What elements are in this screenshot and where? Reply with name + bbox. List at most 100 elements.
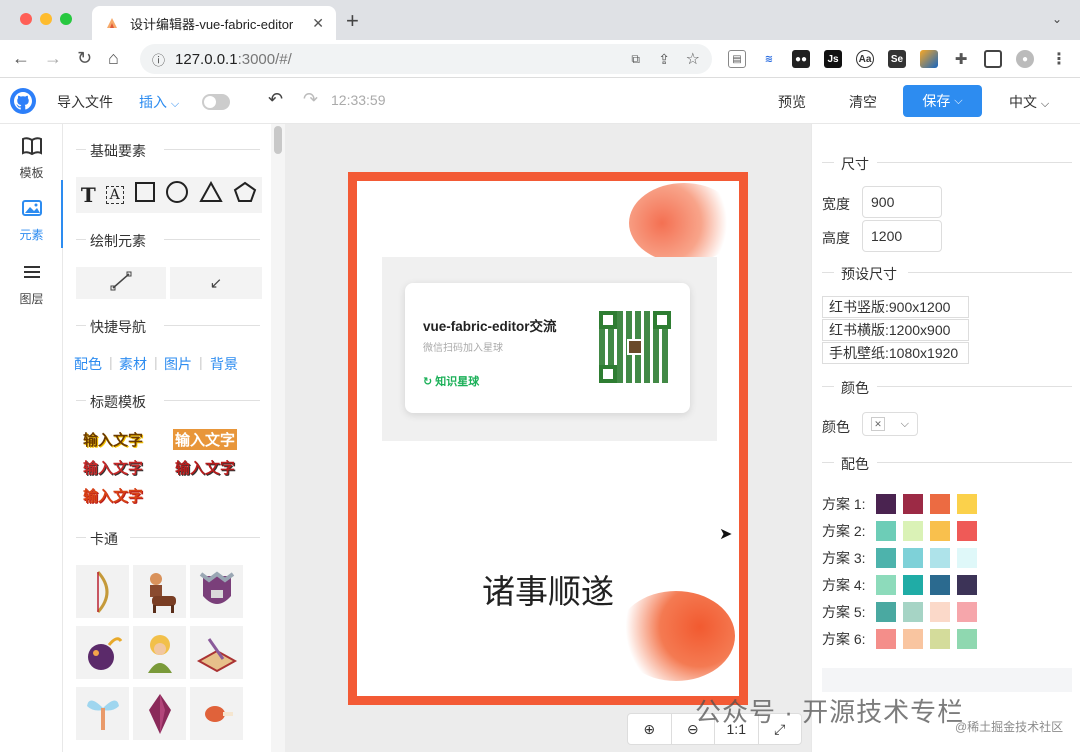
panel-scrollbar[interactable] (271, 124, 285, 752)
color-swatch[interactable] (957, 602, 977, 622)
draw-arrow-tool[interactable]: ↙ (170, 267, 262, 299)
cartoon-map-icon[interactable] (190, 626, 243, 679)
color-swatch[interactable] (903, 548, 923, 568)
quick-link-image[interactable]: 图片 (164, 354, 192, 374)
tab-search-chevron-icon[interactable]: ⌄ (1052, 12, 1062, 26)
back-arrow-icon[interactable]: ← (12, 48, 30, 69)
import-file-button[interactable]: 导入文件 (57, 92, 113, 112)
layers-extension-icon[interactable]: ≋ (760, 50, 778, 68)
design-board[interactable]: vue-fabric-editor交流 微信扫码加入星球 ↻ 知识星球 诸事顺遂 (348, 172, 748, 705)
se-extension-icon[interactable]: Se (888, 50, 906, 68)
color-swatch[interactable] (930, 575, 950, 595)
title-template-1[interactable]: 输入文字 (83, 429, 143, 450)
extensions-puzzle-icon[interactable]: ✚ (952, 50, 970, 68)
save-button[interactable]: 保存 ⌵ (903, 85, 982, 117)
cartoon-centaur-icon[interactable] (133, 565, 186, 618)
glasses-extension-icon[interactable]: ●● (792, 50, 810, 68)
palette-scheme-row[interactable]: 方案 5: (822, 602, 984, 622)
color-picker[interactable]: ✕ ⌵ (862, 412, 918, 436)
profile-avatar-icon[interactable]: ● (1016, 50, 1034, 68)
url-field[interactable]: ⓘ 127.0.0.1:3000/#/ ⧉ ⇪ ☆ (140, 44, 712, 74)
zoom-in-icon[interactable]: ⊕ (628, 714, 672, 744)
color-swatch[interactable] (903, 575, 923, 595)
preset-option[interactable]: 红书竖版:900x1200 (822, 296, 969, 318)
cartoon-fairy-icon[interactable] (76, 687, 129, 740)
close-tab-icon[interactable]: ✕ (312, 15, 324, 32)
title-template-4[interactable]: 输入文字 (175, 457, 235, 478)
cartoon-bow-icon[interactable] (76, 565, 129, 618)
color-swatch[interactable] (876, 548, 896, 568)
height-input[interactable]: 1200 (862, 220, 942, 252)
quick-link-background[interactable]: 背景 (210, 354, 238, 374)
close-window-button[interactable] (20, 13, 32, 25)
width-input[interactable]: 900 (862, 186, 942, 218)
language-dropdown[interactable]: 中文 ⌵ (1009, 92, 1049, 112)
palette-scheme-row[interactable]: 方案 4: (822, 575, 984, 595)
triangle-tool-icon[interactable] (199, 180, 223, 209)
color-swatch[interactable] (930, 602, 950, 622)
color-swatch[interactable] (876, 602, 896, 622)
pentagon-tool-icon[interactable] (233, 181, 257, 209)
text-tool-icon[interactable]: T (81, 183, 96, 207)
browser-tab[interactable]: 设计编辑器-vue-fabric-editor ✕ (92, 6, 336, 40)
redo-icon[interactable]: ↷ (303, 89, 318, 110)
color-swatch[interactable] (957, 548, 977, 568)
cartoon-armor-icon[interactable] (190, 565, 243, 618)
title-template-3[interactable]: 输入文字 (83, 457, 143, 478)
cartoon-girl-icon[interactable] (133, 626, 186, 679)
preset-option[interactable]: 手机壁纸:1080x1920 (822, 342, 969, 364)
color-swatch[interactable] (930, 521, 950, 541)
canvas-workspace[interactable]: vue-fabric-editor交流 微信扫码加入星球 ↻ 知识星球 诸事顺遂… (285, 124, 811, 752)
forward-arrow-icon[interactable]: → (44, 48, 62, 69)
undo-icon[interactable]: ↶ (268, 89, 283, 110)
rail-item-layers[interactable]: 图层 (0, 262, 63, 307)
color-swatch[interactable] (930, 629, 950, 649)
qr-card[interactable]: vue-fabric-editor交流 微信扫码加入星球 ↻ 知识星球 (405, 283, 690, 413)
rail-item-template[interactable]: 模板 (0, 136, 63, 181)
translate-icon[interactable]: ⧉ (631, 52, 640, 67)
palette-scheme-row[interactable]: 方案 6: (822, 629, 984, 649)
color-swatch[interactable] (903, 629, 923, 649)
title-template-5[interactable]: 输入文字 (83, 485, 143, 506)
color-swatch[interactable] (876, 521, 896, 541)
cartoon-meat-icon[interactable] (190, 687, 243, 740)
color-swatch[interactable] (903, 494, 923, 514)
rectangle-tool-icon[interactable] (134, 181, 156, 209)
preview-button[interactable]: 预览 (778, 92, 806, 112)
title-template-2[interactable]: 输入文字 (173, 429, 238, 450)
font-extension-icon[interactable]: Aa (856, 50, 874, 68)
color-swatch[interactable] (903, 602, 923, 622)
new-tab-button[interactable]: + (346, 8, 359, 34)
color-swatch[interactable] (957, 521, 977, 541)
color-swatch[interactable] (957, 494, 977, 514)
preset-option[interactable]: 红书横版:1200x900 (822, 319, 969, 341)
color-swatch[interactable] (876, 629, 896, 649)
maximize-window-button[interactable] (60, 13, 72, 25)
insert-dropdown-button[interactable]: 插入 ⌵ (139, 92, 179, 112)
clear-button[interactable]: 清空 (849, 92, 877, 112)
bookmark-star-icon[interactable]: ☆ (686, 49, 700, 69)
side-panel-icon[interactable] (984, 50, 1002, 68)
site-info-icon[interactable]: ⓘ (152, 50, 165, 69)
reader-extension-icon[interactable]: ▤ (728, 50, 746, 68)
js-extension-icon[interactable]: Js (824, 50, 842, 68)
palette-scheme-row[interactable]: 方案 2: (822, 521, 984, 541)
palette-scheme-row[interactable]: 方案 3: (822, 548, 984, 568)
quick-link-palette[interactable]: 配色 (74, 354, 102, 374)
color-swatch[interactable] (876, 575, 896, 595)
color-swatch[interactable] (876, 494, 896, 514)
scrollbar-thumb[interactable] (274, 126, 282, 154)
github-logo-icon[interactable] (10, 88, 36, 114)
minimize-window-button[interactable] (40, 13, 52, 25)
browser-menu-icon[interactable]: ⋮ (1050, 50, 1068, 68)
draw-line-tool[interactable] (76, 267, 166, 299)
cartoon-bomb-icon[interactable] (76, 626, 129, 679)
color-swatch[interactable] (957, 575, 977, 595)
color-swatch[interactable] (930, 494, 950, 514)
textbox-tool-icon[interactable]: A (105, 186, 124, 204)
toggle-switch[interactable] (202, 94, 230, 110)
color-swatch[interactable] (903, 521, 923, 541)
home-icon[interactable]: ⌂ (108, 48, 119, 69)
color-swatch[interactable] (930, 548, 950, 568)
palette-scheme-row[interactable]: 方案 1: (822, 494, 984, 514)
